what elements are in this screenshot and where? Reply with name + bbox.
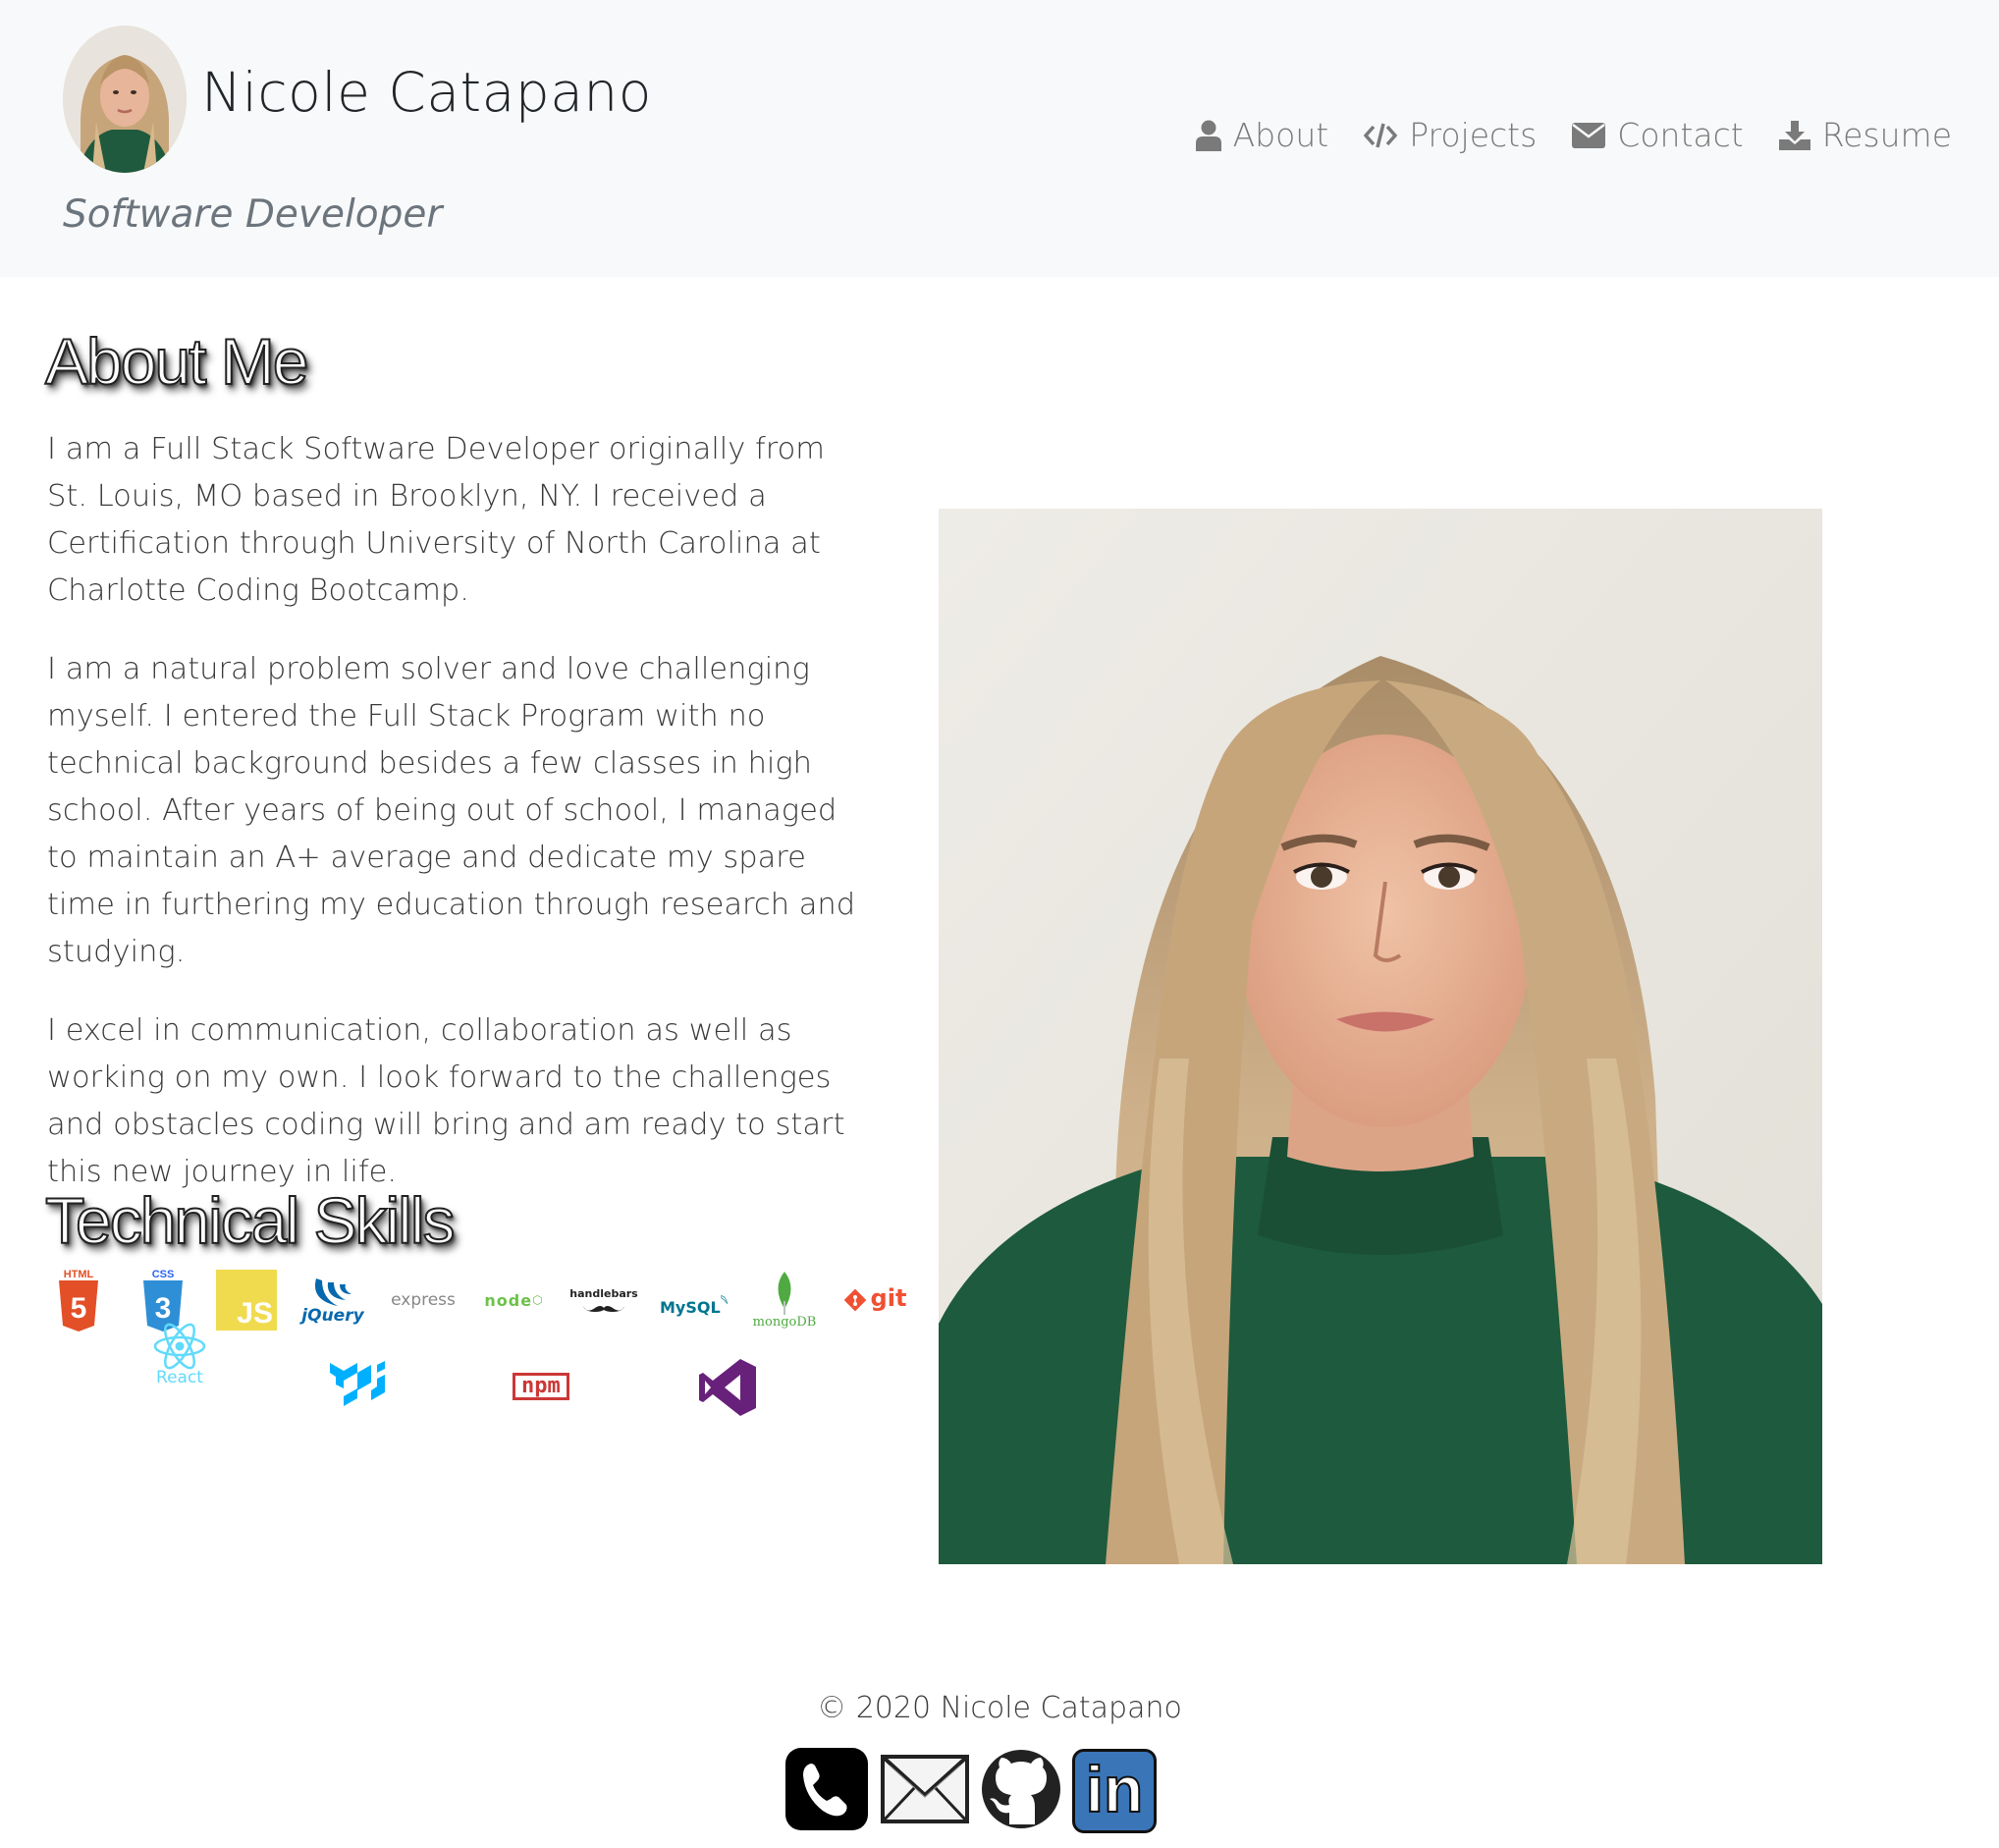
mail-icon <box>881 1755 969 1823</box>
about-paragraph: I am a natural problem solver and love c… <box>47 652 856 969</box>
download-icon <box>1778 120 1810 150</box>
npm-label: npm <box>521 1374 561 1398</box>
svg-text:3: 3 <box>155 1292 172 1325</box>
react-icon: React <box>145 1323 214 1387</box>
phone-icon <box>785 1748 868 1830</box>
nav-about-label: About <box>1232 116 1329 154</box>
social-links: in <box>783 1746 1157 1836</box>
phone-link[interactable] <box>783 1746 870 1836</box>
nav-projects-label: Projects <box>1409 116 1538 154</box>
nodejs-hex-icon: ⬡ <box>532 1293 543 1307</box>
code-icon <box>1364 123 1398 147</box>
material-ui-icon <box>328 1359 393 1408</box>
site-header: Nicole Catapano Software Developer About… <box>0 0 1999 277</box>
nav-contact-label: Contact <box>1617 116 1744 154</box>
about-paragraph: I am a Full Stack Software Developer ori… <box>47 432 826 608</box>
copyright: © 2020 Nicole Catapano <box>817 1691 1182 1725</box>
nodejs-label: node <box>484 1290 533 1310</box>
git-icon: git <box>840 1284 909 1312</box>
nav-contact[interactable]: Contact <box>1572 116 1744 154</box>
github-link[interactable] <box>980 1748 1062 1834</box>
react-label: React <box>156 1368 203 1387</box>
envelope-icon <box>1572 122 1606 148</box>
handlebars-icon: handlebars <box>569 1287 638 1314</box>
mysql-icon: MySQL <box>660 1284 729 1317</box>
nav-projects[interactable]: Projects <box>1364 116 1537 154</box>
nav-resume[interactable]: Resume <box>1778 116 1952 154</box>
npm-icon: npm <box>513 1373 569 1400</box>
profile-photo <box>939 509 1822 1564</box>
nodejs-icon: node ⬡ <box>479 1291 548 1310</box>
site-name[interactable]: Nicole Catapano <box>201 61 652 124</box>
jquery-icon: jQuery <box>298 1275 367 1326</box>
html5-label: HTML <box>63 1269 94 1280</box>
svg-text:5: 5 <box>71 1292 87 1325</box>
avatar <box>63 26 187 173</box>
css3-label: CSS <box>151 1269 175 1280</box>
jquery-label: jQuery <box>301 1306 364 1326</box>
handlebars-label: handlebars <box>569 1286 638 1300</box>
git-label: git <box>870 1284 907 1312</box>
express-icon: express <box>389 1290 458 1310</box>
visual-studio-icon <box>697 1357 758 1418</box>
user-icon <box>1195 120 1221 151</box>
nav-resume-label: Resume <box>1821 116 1952 154</box>
nav-about[interactable]: About <box>1195 116 1329 154</box>
main-nav: About Projects Contact Resume <box>1195 116 1952 154</box>
mysql-label: MySQL <box>660 1297 721 1317</box>
github-icon <box>982 1750 1060 1828</box>
linkedin-label: in <box>1085 1753 1145 1825</box>
express-label: express <box>391 1290 456 1310</box>
about-title: About Me <box>44 324 309 399</box>
javascript-icon: JS <box>216 1270 277 1331</box>
about-text: I am a Full Stack Software Developer ori… <box>47 426 872 1227</box>
html5-icon: HTML 5 <box>47 1269 110 1332</box>
mongodb-icon: mongoDB <box>750 1271 819 1330</box>
mongodb-label: mongoDB <box>752 1314 817 1330</box>
email-link[interactable] <box>880 1754 970 1828</box>
linkedin-link[interactable]: in <box>1072 1749 1157 1833</box>
skills-title: Technical Skills <box>44 1183 456 1258</box>
linkedin-icon: in <box>1072 1749 1157 1833</box>
about-paragraph: I excel in communication, collaboration … <box>47 1013 845 1189</box>
javascript-label: JS <box>237 1297 273 1330</box>
site-tagline: Software Developer <box>63 192 443 237</box>
